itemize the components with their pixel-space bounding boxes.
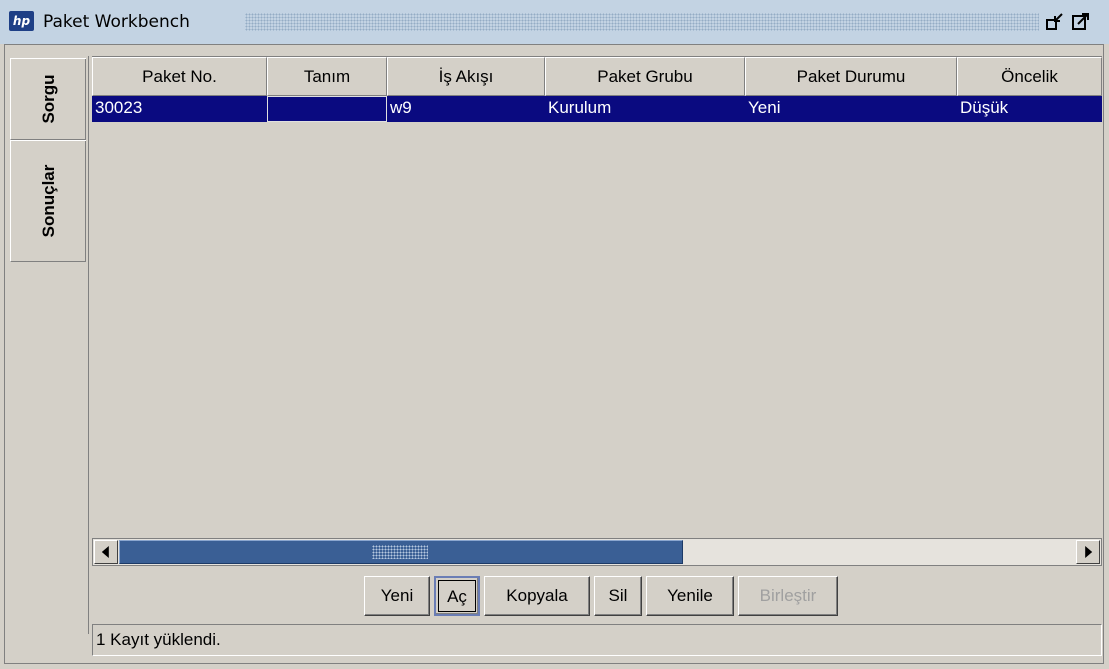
restore-window-icon[interactable] <box>1046 12 1064 30</box>
scroll-left-button[interactable] <box>94 540 118 564</box>
birlestir-button: Birleştir <box>738 576 838 616</box>
tab-sonuclar-label: Sonuçlar <box>38 164 58 238</box>
hp-logo-icon: hp <box>9 11 34 31</box>
yeni-button[interactable]: Yeni <box>364 576 430 616</box>
scroll-left-icon <box>101 546 109 558</box>
sil-button[interactable]: Sil <box>594 576 642 616</box>
horizontal-scrollbar[interactable] <box>92 538 1102 566</box>
results-table: Paket No. Tanım İş Akışı Paket Grubu Pak… <box>92 56 1102 539</box>
window-title: Paket Workbench <box>43 12 190 32</box>
column-header-paket-no[interactable]: Paket No. <box>92 57 267 96</box>
table-header: Paket No. Tanım İş Akışı Paket Grubu Pak… <box>92 57 1102 96</box>
scrollbar-thumb[interactable] <box>119 540 683 564</box>
yenile-button[interactable]: Yenile <box>646 576 734 616</box>
column-header-tanim[interactable]: Tanım <box>267 57 387 96</box>
table-row[interactable]: 30023 w9 Kurulum Yeni Düşük <box>92 96 1102 122</box>
scroll-right-button[interactable] <box>1076 540 1100 564</box>
cell-paket-no[interactable]: 30023 <box>92 96 267 122</box>
cell-paket-grubu[interactable]: Kurulum <box>545 96 745 122</box>
tab-sonuclar[interactable]: Sonuçlar <box>10 140 86 262</box>
title-bar-drag-area[interactable] <box>245 13 1039 31</box>
cell-is-akisi[interactable]: w9 <box>387 96 545 122</box>
kopyala-button[interactable]: Kopyala <box>484 576 590 616</box>
maximize-window-icon[interactable] <box>1072 12 1090 30</box>
column-header-paket-grubu[interactable]: Paket Grubu <box>545 57 745 96</box>
column-header-oncelik[interactable]: Öncelik <box>957 57 1102 96</box>
tab-sorgu-label: Sorgu <box>38 74 58 124</box>
cell-tanim[interactable] <box>267 96 387 122</box>
scroll-right-icon <box>1085 546 1093 558</box>
cell-paket-durumu[interactable]: Yeni <box>745 96 957 122</box>
ac-button[interactable]: Aç <box>434 576 480 616</box>
title-bar: hp Paket Workbench <box>0 0 1109 44</box>
action-button-bar: Yeni Aç Kopyala Sil Yenile Birleştir <box>0 576 1109 616</box>
column-header-paket-durumu[interactable]: Paket Durumu <box>745 57 957 96</box>
tab-divider <box>88 56 89 634</box>
status-bar: 1 Kayıt yüklendi. <box>92 624 1102 656</box>
cell-oncelik[interactable]: Düşük <box>957 96 1102 122</box>
scrollbar-grip <box>372 545 428 559</box>
tab-sorgu[interactable]: Sorgu <box>10 58 86 140</box>
column-header-is-akisi[interactable]: İş Akışı <box>387 57 545 96</box>
